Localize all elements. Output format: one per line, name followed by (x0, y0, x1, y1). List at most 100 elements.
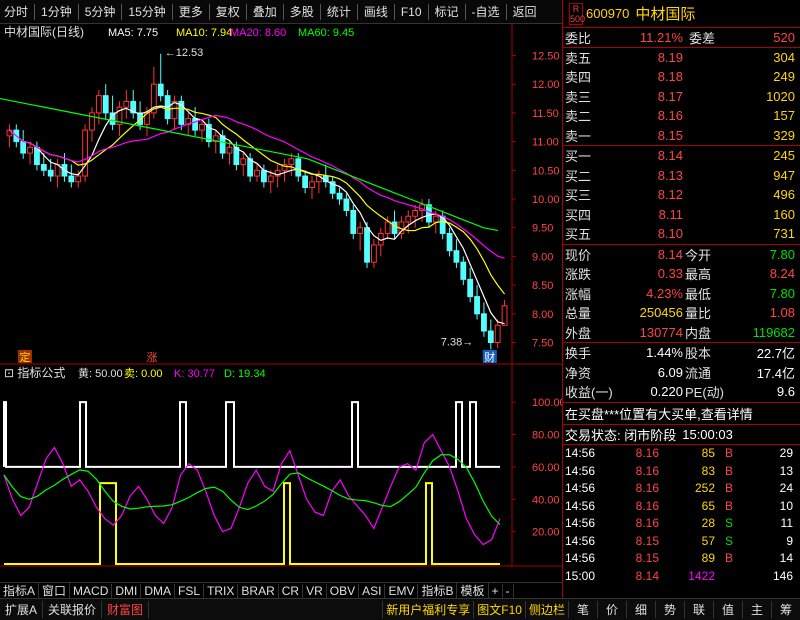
toolbar-item[interactable]: 统计 (323, 3, 355, 20)
price-tick-label: 12.00 (532, 79, 560, 91)
candle-body (302, 175, 309, 189)
price-tick-label: 9.00 (532, 251, 553, 263)
bottom-link[interactable]: 图文F10 (473, 601, 525, 618)
level-label: 买四 (565, 207, 592, 223)
toolbar-item[interactable]: F10 (397, 5, 426, 19)
weibi-row: 委比 11.21% 委差 520 (563, 28, 800, 48)
candle-body (20, 141, 27, 154)
level-price: 8.10 (657, 226, 683, 242)
toolbar-item[interactable]: 复权 (212, 3, 244, 20)
tick-row: 14:56 8.16 83 B 13 (565, 463, 793, 478)
indicator-tab[interactable]: BRAR (238, 583, 279, 598)
toolbar-divider (245, 3, 247, 20)
indicator-tab[interactable]: EMV (385, 583, 419, 598)
level-label: 卖二 (565, 109, 592, 125)
stat-row: 总量 250456 量比 1.08 (565, 305, 795, 322)
bottom-tab[interactable]: 财富图 (102, 601, 150, 618)
toolbar-divider (121, 3, 123, 20)
toolbar-item[interactable]: 画线 (360, 3, 392, 20)
notice-row[interactable]: 在买盘***位置有大买单,查看详情 (563, 403, 800, 425)
side-tool-icon[interactable]: 笔 (568, 601, 597, 618)
order-level: 卖三 8.17 1020 (563, 87, 800, 107)
level-volume: 947 (773, 167, 795, 183)
candle-body (481, 313, 487, 332)
level-label: 卖四 (565, 70, 592, 86)
bottom-tab[interactable]: 关联报价 (43, 601, 103, 618)
indicator-tab[interactable]: 指标B (418, 582, 458, 599)
indicator-tab[interactable]: VR (303, 583, 327, 598)
bottom-tab[interactable]: 扩展A (0, 601, 44, 618)
candle-body (501, 305, 508, 326)
toolbar-divider (319, 3, 321, 20)
candle-body (350, 209, 357, 234)
chart-area[interactable]: 中材国际(日线) MA5: 7.75 MA10: 7.94 MA20: 8.60 MA6… (0, 24, 566, 583)
toolbar-item[interactable]: 更多 (175, 3, 207, 20)
toolbar-item[interactable]: 分时 (0, 3, 32, 20)
indicator-tab[interactable]: OBV (327, 583, 360, 598)
side-tool-icon[interactable]: 主 (742, 601, 771, 618)
candle-body (68, 175, 75, 183)
indicator-tab[interactable]: 窗口 (39, 582, 71, 599)
toolbar-item[interactable]: 1分钟 (37, 3, 76, 20)
quote-header: R 500 600970 中材国际 (563, 0, 800, 28)
side-tool-icon[interactable]: 细 (626, 601, 655, 618)
stat-row: 涨跌 0.33 最高 8.24 (565, 266, 795, 283)
side-tool-icon[interactable]: 势 (655, 601, 684, 618)
side-tool-icon[interactable]: 筹 (771, 601, 800, 618)
tick-row: 14:56 8.16 65 B 10 (565, 498, 793, 513)
candle-body (460, 261, 467, 280)
side-tool-icon[interactable]: 值 (713, 601, 742, 618)
price-tick-label: 9.50 (532, 223, 553, 235)
candle-body (474, 296, 480, 315)
toolbar-divider (505, 3, 507, 20)
ma60-label: MA60: 9.45 (298, 27, 354, 39)
indicator-tab[interactable]: 模板 (457, 582, 489, 599)
indicator-tab[interactable]: DMA (141, 583, 176, 598)
candle-body (267, 175, 274, 183)
indicator-tab[interactable]: - (503, 583, 514, 598)
candle-body (336, 192, 343, 200)
indicator-tab[interactable]: FSL (175, 583, 205, 598)
toolbar-item[interactable]: 返回 (509, 3, 541, 20)
indicator-tab[interactable]: 指标A (0, 582, 40, 599)
level-price: 8.19 (657, 49, 683, 65)
kline-chart-svg[interactable]: 中材国际(日线) MA5: 7.75 MA10: 7.94MA20: 8.60 MA6… (0, 24, 566, 583)
toolbar-divider (77, 3, 79, 20)
level-volume: 1020 (766, 88, 795, 104)
toolbar-item[interactable]: 叠加 (249, 3, 281, 20)
level-price: 8.14 (657, 148, 683, 164)
candle-body (343, 198, 350, 211)
indicator-tab[interactable]: TRIX (204, 583, 239, 598)
quote-stats-2: 换手 1.44% 股本 22.7亿 净资 6.09 流通 17.4亿 收益(一) 0.220 PE(… (563, 343, 800, 403)
indicator-tab[interactable]: CR (279, 583, 304, 598)
side-tool-icon[interactable]: 价 (597, 601, 626, 618)
side-tool-icon[interactable]: 联 (684, 601, 713, 618)
bottom-link[interactable]: 侧边栏 (524, 601, 568, 618)
ind-tick-label: 100.00 (532, 397, 562, 409)
stat-row: 现价 8.14 今开 7.80 (565, 246, 795, 263)
indicator-tab[interactable]: DMI (112, 583, 142, 598)
ma20-label: MA20: 8.60 (230, 27, 286, 39)
toolbar-item[interactable]: 5分钟 (81, 3, 120, 20)
level-price: 8.12 (657, 187, 683, 203)
indicator-tab[interactable]: MACD (70, 583, 113, 598)
level-label: 买一 (565, 149, 592, 165)
toolbar-item[interactable]: 15分钟 (124, 3, 169, 20)
toolbar-divider (171, 3, 173, 20)
toolbar-item[interactable]: -自选 (468, 3, 504, 20)
low-price-label: 7.38→ (441, 336, 473, 348)
order-level: 买二 8.13 947 (563, 166, 800, 186)
candle-body (40, 164, 47, 171)
tick-row: 14:56 8.16 85 B 29 (565, 446, 793, 461)
toolbar-item[interactable]: 多股 (286, 3, 318, 20)
toolbar-item[interactable]: 标记 (431, 3, 463, 20)
price-tick-label: 11.50 (532, 108, 559, 120)
indicator-tab[interactable]: + (489, 583, 503, 598)
bottom-link[interactable]: 新用户福利专享 (382, 601, 473, 618)
indicator-tab[interactable]: ASI (359, 583, 386, 598)
candle-body (82, 129, 88, 177)
sell-levels: 卖五 8.19 304 卖四 8.18 249 卖三 8.17 1020 卖二 8.16 157 卖一 8… (563, 48, 800, 146)
level-label: 买五 (565, 227, 592, 243)
status-row: 交易状态: 闭市阶段 15:00:03 (563, 425, 800, 445)
candle-body (157, 83, 164, 97)
